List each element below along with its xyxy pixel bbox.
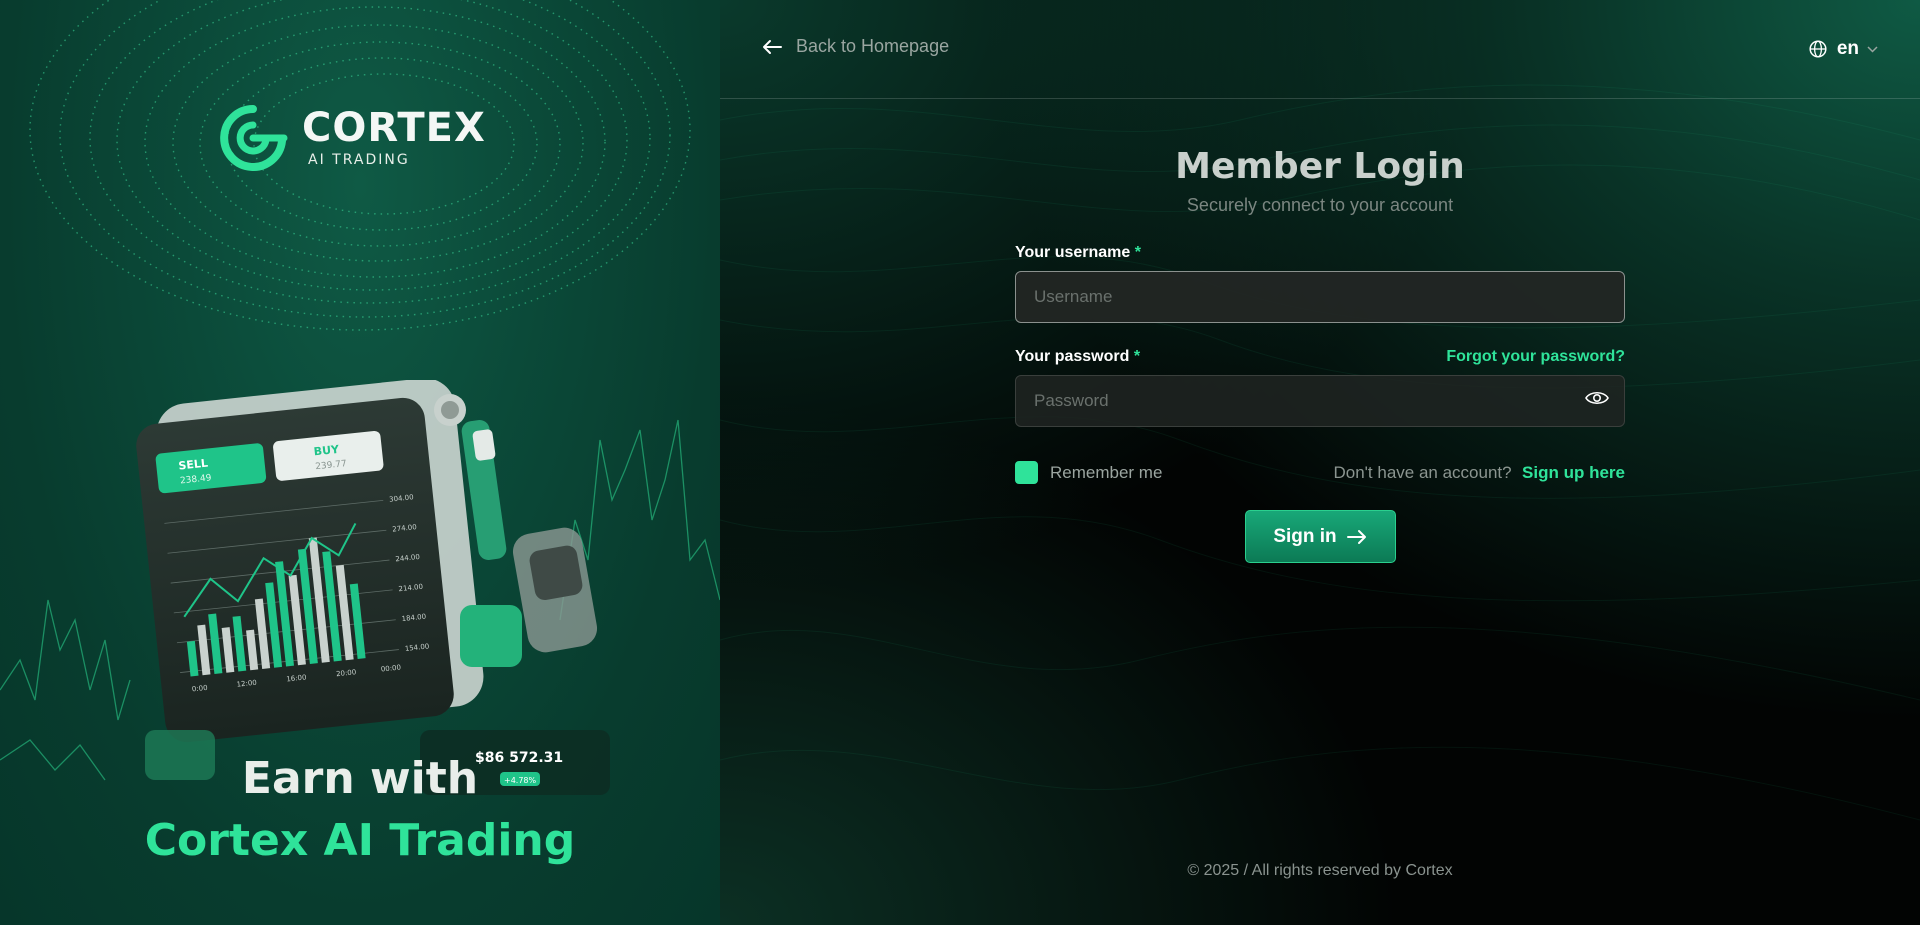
checkbox-box[interactable] — [1015, 461, 1038, 484]
page-title: Member Login — [1175, 146, 1465, 187]
promo-panel: CORTEX AI TRADING SELL 238.49 BUY 239.77 — [0, 0, 720, 925]
username-input[interactable] — [1015, 271, 1625, 323]
cortex-logo-icon — [220, 105, 288, 171]
x-tick: 0:00 — [192, 684, 208, 694]
eye-icon[interactable] — [1585, 390, 1609, 406]
trading-tablet-illustration: SELL 238.49 BUY 239.77 304.00 274.00 244… — [136, 380, 610, 795]
top-bar: Back to Homepage en — [720, 0, 1920, 99]
required-marker: * — [1133, 348, 1141, 365]
chevron-down-icon — [1867, 45, 1878, 53]
brand-tagline: AI TRADING — [308, 152, 410, 168]
sign-in-label: Sign in — [1273, 525, 1337, 547]
hero-line-2: Cortex AI Trading — [144, 815, 576, 866]
password-label: Your password * — [1015, 348, 1141, 365]
remember-me-label: Remember me — [1050, 462, 1163, 482]
username-label: Your username * — [1015, 244, 1141, 261]
login-panel: Back to Homepage en Member Login Securel… — [720, 0, 1920, 925]
required-marker: * — [1134, 244, 1141, 261]
page-subtitle: Securely connect to your account — [1186, 195, 1454, 215]
login-form: Member Login Securely connect to your ac… — [1015, 140, 1625, 563]
buy-label: BUY — [313, 443, 341, 459]
remember-me-checkbox[interactable]: Remember me — [1015, 461, 1162, 484]
footer-copyright: © 2025 / All rights reserved by Cortex — [1187, 862, 1453, 879]
back-label: Back to Homepage — [796, 36, 950, 56]
language-code: en — [1836, 38, 1859, 59]
no-account-text: Don't have an account? — [1333, 462, 1512, 482]
sign-in-button[interactable]: Sign in — [1244, 510, 1396, 563]
brand-logo: CORTEX AI TRADING — [218, 103, 486, 173]
language-selector[interactable]: en — [1809, 38, 1878, 60]
sign-up-link[interactable]: Sign up here — [1522, 463, 1625, 482]
back-to-homepage-link[interactable]: Back to Homepage — [762, 36, 949, 57]
signup-prompt: Don't have an account? Sign up here — [1333, 463, 1625, 483]
password-input[interactable] — [1015, 375, 1625, 427]
brand-name: CORTEX — [302, 105, 486, 151]
arrow-right-icon — [1346, 529, 1366, 544]
hero-headline: Earn with Cortex AI Trading — [0, 748, 720, 872]
hero-line-1: Earn with — [241, 753, 479, 804]
globe-icon — [1809, 40, 1827, 58]
arrow-left-icon — [763, 39, 782, 54]
forgot-password-link[interactable]: Forgot your password? — [1446, 348, 1625, 366]
